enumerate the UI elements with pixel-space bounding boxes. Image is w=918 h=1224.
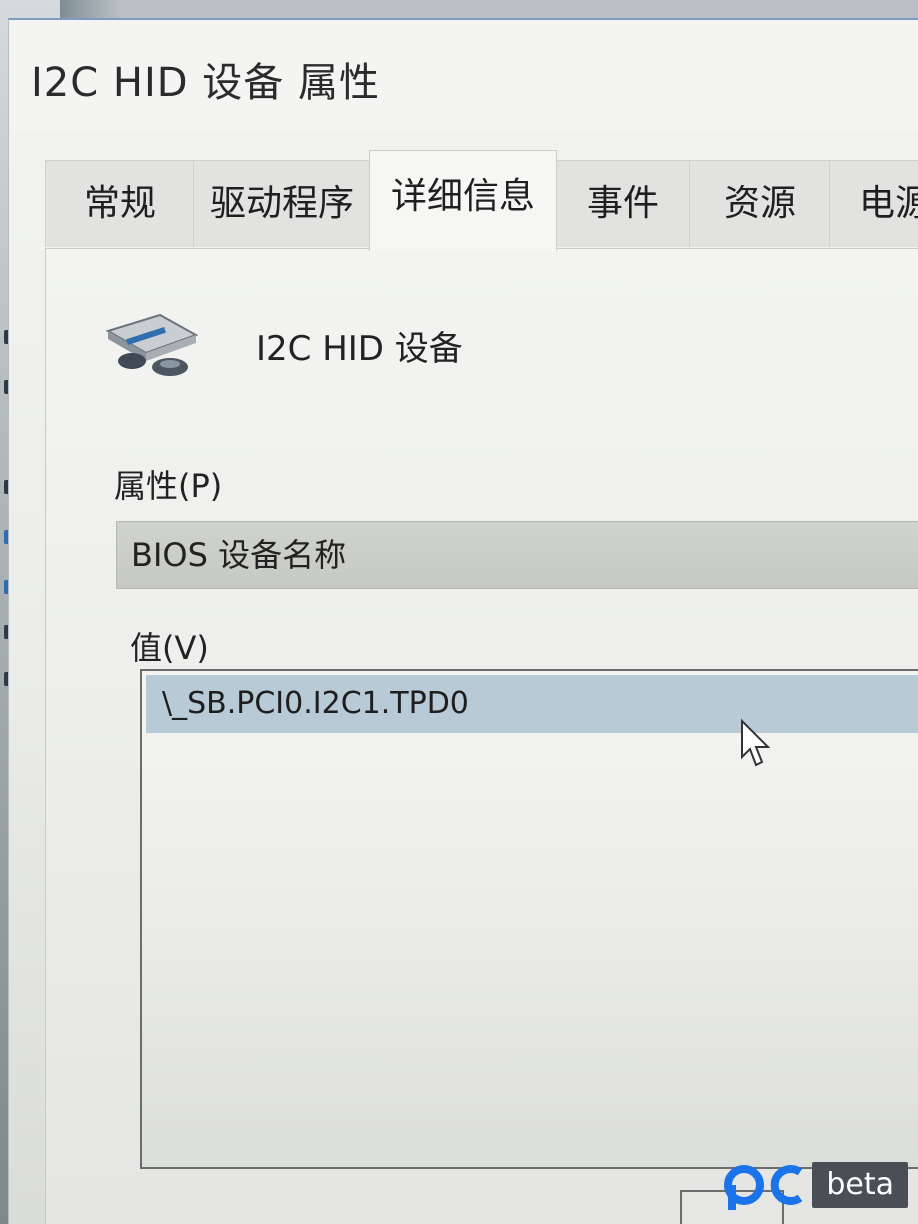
screen-photo: I2C HID 设备 属性 常规 驱动程序 详细信息 事件 资源 电源 I2C … [0,0,918,1224]
value-label: 值(V) [130,629,209,667]
hid-device-icon [105,313,199,376]
device-name: I2C HID 设备 [256,329,463,369]
title-bar[interactable]: I2C HID 设备 属性 [9,20,918,130]
value-list[interactable]: \_SB.PCI0.I2C1.TPD0 [140,669,918,1169]
property-dropdown[interactable]: BIOS 设备名称 [116,521,918,589]
property-label: 属性(P) [114,467,223,505]
watermark-text: beta [812,1162,908,1208]
tab-events[interactable]: 事件 [555,160,691,247]
properties-dialog: I2C HID 设备 属性 常规 驱动程序 详细信息 事件 资源 电源 I2C … [8,18,918,1224]
window-title: I2C HID 设备 属性 [31,60,380,106]
tab-details[interactable]: 详细信息 [369,150,557,251]
tab-resources[interactable]: 资源 [689,160,831,247]
tab-driver[interactable]: 驱动程序 [193,160,371,247]
tab-power[interactable]: 电源 [829,160,918,247]
tab-general[interactable]: 常规 [45,160,195,247]
mouse-cursor-icon [741,719,771,767]
pcbeta-logo-icon [724,1165,803,1210]
list-item[interactable]: \_SB.PCI0.I2C1.TPD0 [146,675,918,733]
watermark: beta [720,1160,908,1210]
tab-strip: 常规 驱动程序 详细信息 事件 资源 电源 [45,150,918,260]
details-panel: I2C HID 设备 属性(P) BIOS 设备名称 值(V) \_SB.PCI… [45,248,918,1224]
